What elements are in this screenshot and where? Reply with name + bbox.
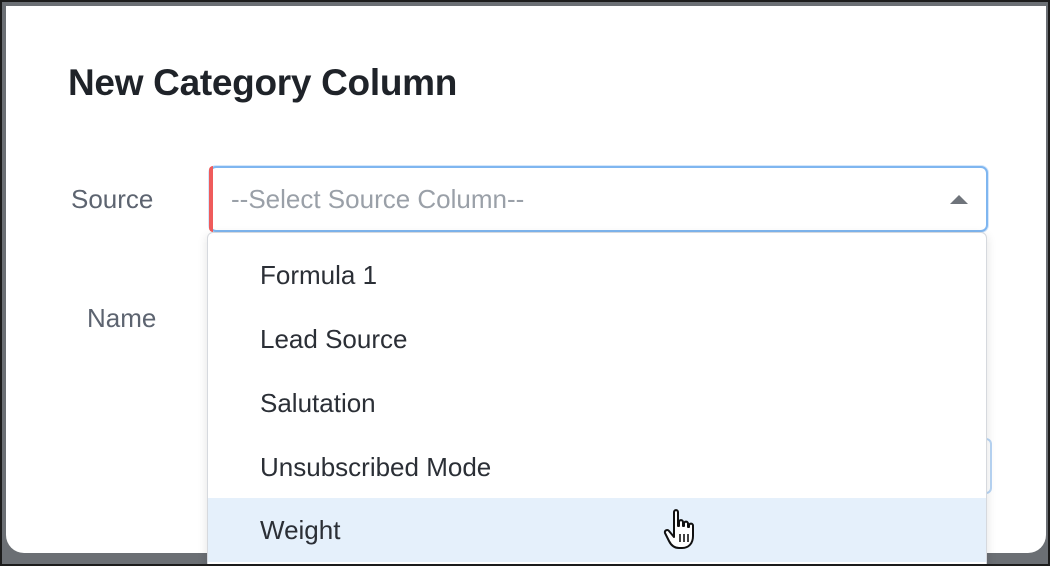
dropdown-option-formula-1[interactable]: Formula 1 [208, 243, 986, 307]
dropdown-option-salutation[interactable]: Salutation [208, 371, 986, 435]
dropdown-option-lead-source[interactable]: Lead Source [208, 307, 986, 371]
required-indicator [209, 166, 213, 232]
source-column-select[interactable]: --Select Source Column-- [209, 166, 988, 232]
caret-up-icon[interactable] [950, 195, 968, 204]
hand-pointer-icon [663, 509, 694, 549]
source-label: Source [71, 184, 154, 214]
dropdown-option-weight[interactable]: Weight [208, 498, 986, 562]
name-label: Name [87, 303, 157, 333]
dialog-title: New Category Column [68, 62, 458, 103]
source-column-dropdown: Formula 1 Lead Source Salutation Unsubsc… [207, 232, 987, 564]
dropdown-option-unsubscribed-mode[interactable]: Unsubscribed Mode [208, 435, 986, 499]
screenshot-frame: New Category Column Source Name --Select… [0, 0, 1050, 566]
source-select-placeholder: --Select Source Column-- [231, 184, 525, 214]
